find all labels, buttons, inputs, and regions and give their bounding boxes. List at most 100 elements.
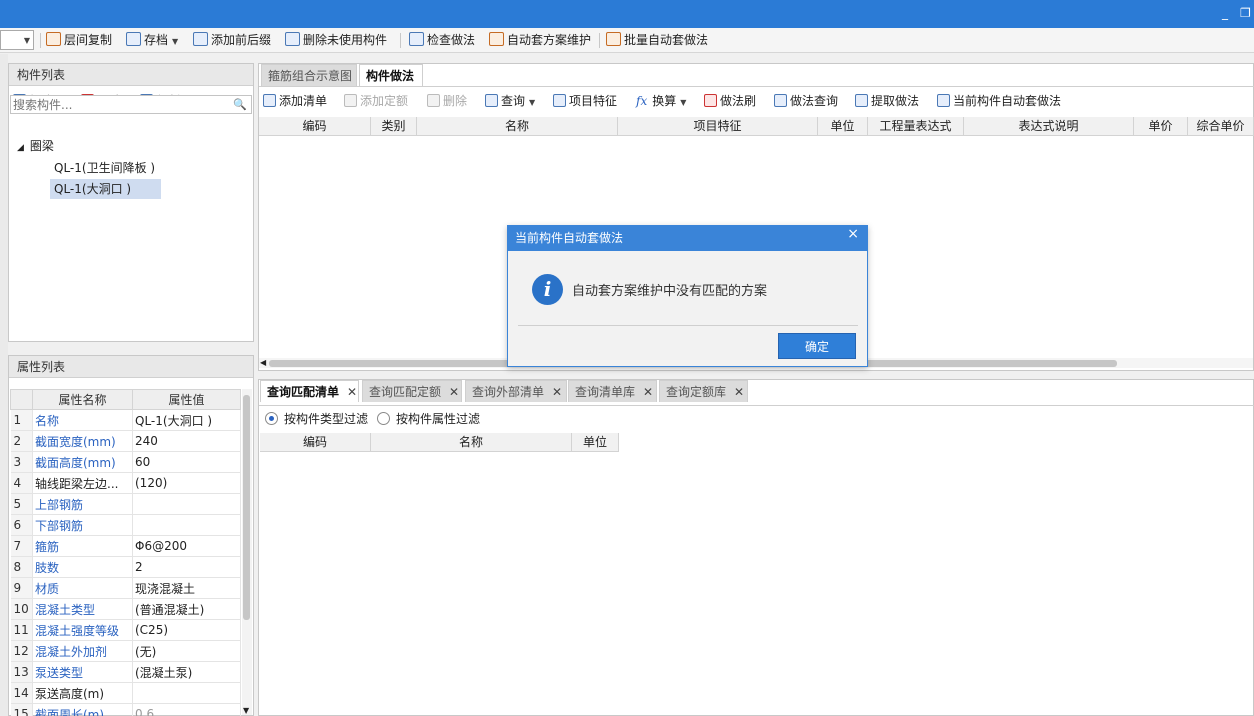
- component-list-title: 构件列表: [9, 64, 253, 86]
- tab-external-list[interactable]: 查询外部清单 ✕: [465, 380, 567, 402]
- tab-divider: [259, 405, 1254, 406]
- scrollbar-thumb[interactable]: [243, 395, 250, 620]
- col-total-price[interactable]: 综合单价: [1188, 117, 1254, 136]
- property-row[interactable]: 2 截面宽度(mm) 240: [10, 430, 241, 452]
- scroll-down-icon[interactable]: ▼: [243, 706, 249, 715]
- property-row[interactable]: 15 截面周长(m) 0.6: [10, 703, 241, 716]
- col-unit[interactable]: 单位: [572, 433, 619, 452]
- property-value[interactable]: [132, 682, 241, 704]
- property-value[interactable]: (120): [132, 472, 241, 494]
- delete-method-button[interactable]: 删除: [427, 91, 467, 111]
- property-row[interactable]: 12 混凝土外加剂 (无): [10, 640, 241, 662]
- tree-node-item-selected[interactable]: QL-1(大洞口 ): [50, 179, 161, 199]
- col-unit[interactable]: 单位: [818, 117, 868, 136]
- close-icon[interactable]: ×: [847, 226, 859, 242]
- property-row[interactable]: 7 箍筋 Φ6@200: [10, 535, 241, 557]
- method-brush-button[interactable]: 做法刷: [704, 91, 756, 111]
- col-category[interactable]: 类别: [371, 117, 417, 136]
- property-value[interactable]: (无): [132, 640, 241, 662]
- add-list-button[interactable]: 添加清单: [263, 91, 327, 111]
- tab-list-library[interactable]: 查询清单库 ✕: [568, 380, 657, 402]
- property-row[interactable]: 11 混凝土强度等级 (C25): [10, 619, 241, 641]
- delete-unused-button[interactable]: 删除未使用构件: [285, 31, 387, 50]
- property-value[interactable]: Φ6@200: [132, 535, 241, 557]
- add-quota-button[interactable]: 添加定额: [344, 91, 408, 111]
- filter-by-type-radio[interactable]: 按构件类型过滤: [265, 410, 368, 428]
- property-value[interactable]: 60: [132, 451, 241, 473]
- auto-method-dialog: 当前构件自动套做法 × i 自动套方案维护中没有匹配的方案 确定: [507, 225, 868, 367]
- extract-method-button[interactable]: 提取做法: [855, 91, 919, 111]
- close-icon[interactable]: ✕: [449, 385, 459, 399]
- archive-button[interactable]: 存档 ▼: [126, 31, 178, 50]
- left-dock-edge: [0, 54, 8, 716]
- component-search-input[interactable]: [11, 96, 231, 113]
- auto-scheme-button[interactable]: 自动套方案维护: [489, 31, 591, 50]
- query-icon: [485, 94, 498, 107]
- property-row[interactable]: 8 肢数 2: [10, 556, 241, 578]
- minimize-button[interactable]: _: [1222, 6, 1228, 20]
- property-row[interactable]: 5 上部钢筋: [10, 493, 241, 515]
- ok-button[interactable]: 确定: [778, 333, 856, 359]
- property-value[interactable]: [132, 514, 241, 536]
- current-auto-method-button[interactable]: 当前构件自动套做法: [937, 91, 1061, 111]
- convert-button[interactable]: fx 换算 ▼: [636, 91, 686, 111]
- property-scrollbar[interactable]: ▼: [242, 389, 252, 715]
- property-value[interactable]: 2: [132, 556, 241, 578]
- row-number: 4: [10, 472, 33, 494]
- property-row[interactable]: 9 材质 现浇混凝土: [10, 577, 241, 599]
- property-name: 泵送高度(m): [32, 682, 133, 704]
- batch-auto-button[interactable]: 批量自动套做法: [606, 31, 708, 50]
- floor-combo[interactable]: ▼: [0, 30, 34, 50]
- property-value[interactable]: 0.6: [132, 703, 241, 716]
- search-icon[interactable]: 🔍: [233, 98, 247, 111]
- check-method-button[interactable]: 检查做法: [409, 31, 475, 50]
- query-button[interactable]: 查询 ▼: [485, 91, 535, 111]
- property-value[interactable]: (普通混凝土): [132, 598, 241, 620]
- property-row[interactable]: 14 泵送高度(m): [10, 682, 241, 704]
- property-name: 箍筋: [32, 535, 133, 557]
- property-row[interactable]: 3 截面高度(mm) 60: [10, 451, 241, 473]
- property-value[interactable]: QL-1(大洞口 ): [132, 409, 241, 431]
- property-value[interactable]: (C25): [132, 619, 241, 641]
- property-row[interactable]: 1 名称 QL-1(大洞口 ): [10, 409, 241, 431]
- property-value[interactable]: [132, 493, 241, 515]
- close-icon[interactable]: ✕: [734, 385, 744, 399]
- tree-node-item[interactable]: QL-1(卫生间降板 ): [54, 158, 155, 178]
- col-name[interactable]: 名称: [371, 433, 572, 452]
- property-list-panel: 属性列表 属性名称 属性值 1 名称 QL-1(大洞口 ) 2 截面宽度(mm) 240 3…: [8, 355, 254, 716]
- property-name: 混凝土外加剂: [32, 640, 133, 662]
- property-value[interactable]: 240: [132, 430, 241, 452]
- tab-quota-library[interactable]: 查询定额库 ✕: [659, 380, 748, 402]
- copy-floor-button[interactable]: 层间复制: [46, 31, 112, 50]
- dialog-message: 自动套方案维护中没有匹配的方案: [572, 284, 768, 299]
- close-icon[interactable]: ✕: [643, 385, 653, 399]
- tab-stirrup-diagram[interactable]: 箍筋组合示意图: [261, 64, 357, 86]
- col-name[interactable]: 名称: [417, 117, 618, 136]
- expand-triangle-icon[interactable]: ◢: [17, 143, 24, 153]
- tab-match-list[interactable]: 查询匹配清单 ✕: [260, 380, 359, 402]
- property-value[interactable]: (混凝土泵): [132, 661, 241, 683]
- col-code[interactable]: 编码: [260, 433, 371, 452]
- property-row[interactable]: 13 泵送类型 (混凝土泵): [10, 661, 241, 683]
- property-row[interactable]: 4 轴线距梁左边... (120): [10, 472, 241, 494]
- col-code[interactable]: 编码: [259, 117, 371, 136]
- restore-button[interactable]: ❐: [1240, 6, 1251, 20]
- property-row[interactable]: 6 下部钢筋: [10, 514, 241, 536]
- col-unit-price[interactable]: 单价: [1134, 117, 1188, 136]
- query-tabs: 查询匹配清单 ✕ 查询匹配定额 ✕ 查询外部清单 ✕ 查询清单库 ✕ 查询定额库 ✕: [259, 380, 1254, 402]
- item-feature-button[interactable]: 项目特征: [553, 91, 617, 111]
- filter-by-attr-radio[interactable]: 按构件属性过滤: [377, 410, 480, 428]
- method-query-button[interactable]: 做法查询: [774, 91, 838, 111]
- close-icon[interactable]: ✕: [552, 385, 562, 399]
- property-row[interactable]: 10 混凝土类型 (普通混凝土): [10, 598, 241, 620]
- close-icon[interactable]: ✕: [347, 385, 357, 399]
- tab-match-quota[interactable]: 查询匹配定额 ✕: [362, 380, 462, 402]
- property-value[interactable]: 现浇混凝土: [132, 577, 241, 599]
- scroll-left-icon[interactable]: ◀: [260, 358, 266, 367]
- add-prefix-button[interactable]: 添加前后缀: [193, 31, 271, 50]
- col-item-feature[interactable]: 项目特征: [618, 117, 818, 136]
- tab-component-method[interactable]: 构件做法: [359, 64, 423, 86]
- tree-node-root[interactable]: ◢ 圈梁: [17, 136, 54, 156]
- col-expr-desc[interactable]: 表达式说明: [964, 117, 1134, 136]
- col-quantity-expr[interactable]: 工程量表达式: [868, 117, 964, 136]
